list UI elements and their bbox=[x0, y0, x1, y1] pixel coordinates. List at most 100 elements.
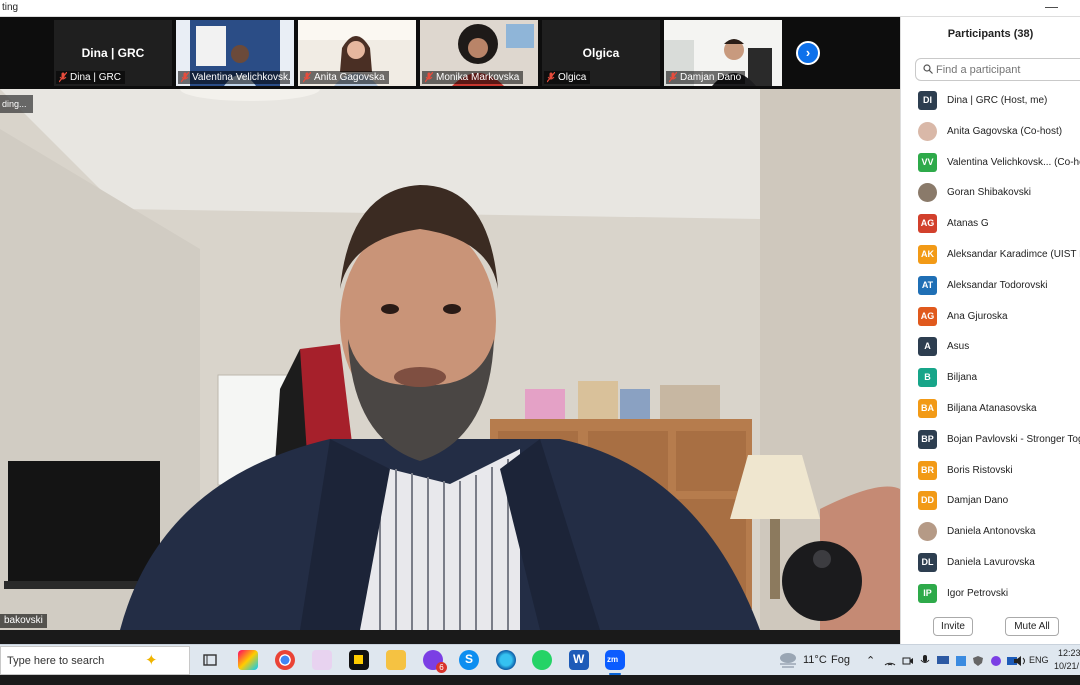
participant-name: Bojan Pavlovski - Stronger Tog bbox=[947, 433, 1080, 445]
copilot-icon[interactable] bbox=[238, 650, 258, 670]
gallery-tile-monika[interactable]: Monika Markovska bbox=[420, 20, 538, 86]
participant-row[interactable]: BR Boris Ristovski bbox=[901, 457, 1080, 488]
viber-icon[interactable]: 6 bbox=[423, 650, 447, 673]
muted-mic-icon bbox=[669, 72, 677, 83]
participant-search[interactable] bbox=[915, 58, 1080, 81]
participant-row[interactable]: AT Aleksandar Todorovski bbox=[901, 272, 1080, 303]
chevron-up-icon[interactable]: ⌃ bbox=[866, 654, 875, 685]
participant-name: Biljana bbox=[947, 372, 978, 384]
mute-all-button[interactable]: Mute All bbox=[1005, 617, 1059, 636]
taskbar-search-box[interactable]: Type here to search ✦ bbox=[0, 646, 190, 675]
participant-name: Biljana Atanasovska bbox=[947, 402, 1037, 414]
invite-button[interactable]: Invite bbox=[933, 617, 973, 636]
weather-condition[interactable]: Fog bbox=[831, 654, 850, 666]
tile-label-text: Olgica bbox=[558, 72, 587, 83]
display-icon[interactable] bbox=[936, 655, 950, 666]
network-icon[interactable] bbox=[955, 655, 967, 667]
language-indicator[interactable]: ENG bbox=[1029, 655, 1049, 665]
microphone-icon[interactable] bbox=[920, 654, 930, 667]
tile-label-text: Damjan Dano bbox=[680, 72, 742, 83]
tile-name-label: Valentina Velichkovsk... bbox=[178, 71, 290, 84]
active-speaker-name: bakovski bbox=[0, 614, 47, 628]
participant-row[interactable]: BP Bojan Pavlovski - Stronger Tog bbox=[901, 426, 1080, 457]
tile-label-text: Dina | GRC bbox=[70, 72, 121, 83]
fog-weather-icon bbox=[780, 653, 796, 668]
tile-name-label: Dina | GRC bbox=[56, 71, 125, 84]
title-bar: ting — bbox=[0, 0, 1080, 17]
video-gallery-strip: Dina | GRC Dina | GRC Valentina Velichko… bbox=[0, 17, 900, 89]
participant-photo-avatar bbox=[918, 522, 937, 542]
participant-row[interactable]: AG Ana Gjuroska bbox=[901, 303, 1080, 334]
search-icon bbox=[923, 64, 933, 74]
muted-mic-icon bbox=[547, 72, 555, 83]
minimize-button[interactable]: — bbox=[1045, 0, 1058, 14]
participant-name: Igor Petrovski bbox=[947, 587, 1009, 599]
participant-row[interactable]: AK Aleksandar Karadimce (UIST Pa bbox=[901, 241, 1080, 272]
participant-initials-avatar: VV bbox=[918, 152, 937, 172]
participant-name: Valentina Velichkovsk... (Co-host) bbox=[947, 156, 1080, 168]
wifi-icon[interactable] bbox=[884, 655, 896, 667]
volume-icon[interactable] bbox=[1013, 655, 1027, 667]
participant-row[interactable]: DD Damjan Dano bbox=[901, 487, 1080, 518]
participant-name: Boris Ristovski bbox=[947, 464, 1013, 476]
participant-row[interactable]: IP Igor Petrovski bbox=[901, 580, 1080, 611]
recording-badge[interactable]: ding... bbox=[0, 95, 33, 113]
tile-display-name: Dina | GRC bbox=[81, 46, 145, 60]
tile-label-text: Valentina Velichkovsk... bbox=[192, 72, 290, 83]
viber-tray-icon[interactable] bbox=[990, 655, 1002, 667]
participant-row[interactable]: A Asus bbox=[901, 333, 1080, 364]
participant-row[interactable]: B Biljana bbox=[901, 364, 1080, 395]
participant-initials-avatar: A bbox=[918, 337, 937, 357]
chevron-right-icon[interactable]: › bbox=[796, 41, 820, 65]
participant-row[interactable]: Anita Gagovska (Co-host) bbox=[901, 118, 1080, 149]
security-icon[interactable] bbox=[972, 655, 984, 667]
weather-temperature[interactable]: 11°C bbox=[803, 654, 827, 666]
participant-row[interactable]: BA Biljana Atanasovska bbox=[901, 395, 1080, 426]
gallery-tile-valentina[interactable]: Valentina Velichkovsk... bbox=[176, 20, 294, 86]
task-view-icon[interactable] bbox=[200, 650, 220, 670]
skype-icon[interactable]: S bbox=[459, 650, 479, 670]
gallery-tile-olgica[interactable]: Olgica Olgica bbox=[542, 20, 660, 86]
file-explorer-icon[interactable] bbox=[386, 650, 406, 670]
tile-name-label: Olgica bbox=[544, 71, 591, 84]
zoom-icon[interactable]: zm bbox=[605, 650, 625, 675]
participant-row[interactable]: VV Valentina Velichkovsk... (Co-host) bbox=[901, 149, 1080, 180]
participants-panel: Participants (38) DI Dina | GRC (Host, me… bbox=[900, 17, 1080, 644]
participant-name: Ana Gjuroska bbox=[947, 310, 1008, 322]
tile-display-name: Olgica bbox=[582, 46, 620, 60]
muted-mic-icon bbox=[303, 72, 311, 83]
participant-initials-avatar: IP bbox=[918, 583, 937, 603]
chrome-icon[interactable] bbox=[275, 650, 295, 670]
participant-name: Damjan Dano bbox=[947, 495, 1009, 507]
notification-badge: 6 bbox=[436, 662, 447, 673]
whatsapp-icon[interactable] bbox=[532, 650, 552, 670]
participant-photo-avatar bbox=[918, 183, 937, 203]
participant-name: Aleksandar Karadimce (UIST Pa bbox=[947, 248, 1080, 260]
participant-row[interactable]: DI Dina | GRC (Host, me) bbox=[901, 87, 1080, 118]
clock-date[interactable]: 10/21/ bbox=[1054, 661, 1079, 671]
muted-mic-icon bbox=[181, 72, 189, 83]
gallery-tile-dina[interactable]: Dina | GRC Dina | GRC bbox=[54, 20, 172, 86]
sticky-notes-icon[interactable] bbox=[349, 650, 369, 670]
participant-name: Daniela Antonovska bbox=[947, 526, 1036, 538]
participant-name: Goran Shibakovski bbox=[947, 187, 1031, 199]
participant-row[interactable]: Goran Shibakovski bbox=[901, 179, 1080, 210]
gallery-tile-anita[interactable]: Anita Gagovska bbox=[298, 20, 416, 86]
media-player-icon[interactable] bbox=[312, 650, 332, 670]
participant-row[interactable]: DL Daniela Lavurovska bbox=[901, 549, 1080, 580]
participant-initials-avatar: BR bbox=[918, 460, 937, 480]
participant-initials-avatar: DD bbox=[918, 491, 937, 511]
participant-search-input[interactable] bbox=[936, 62, 1080, 77]
gallery-tile-damjan[interactable]: Damjan Dano bbox=[664, 20, 782, 86]
tile-name-label: Monika Markovska bbox=[422, 71, 524, 84]
edge-icon[interactable] bbox=[496, 650, 516, 670]
sparkle-icon: ✦ bbox=[145, 652, 158, 669]
clock-time[interactable]: 12:23 bbox=[1058, 648, 1080, 658]
word-icon[interactable]: W bbox=[569, 650, 589, 670]
participant-row[interactable]: Daniela Antonovska bbox=[901, 518, 1080, 549]
camera-icon[interactable] bbox=[902, 655, 914, 667]
participant-initials-avatar: BA bbox=[918, 398, 937, 418]
active-speaker-video[interactable]: ding... bakovski bbox=[0, 89, 900, 630]
participant-initials-avatar: AG bbox=[918, 214, 937, 234]
participant-row[interactable]: AG Atanas G bbox=[901, 210, 1080, 241]
